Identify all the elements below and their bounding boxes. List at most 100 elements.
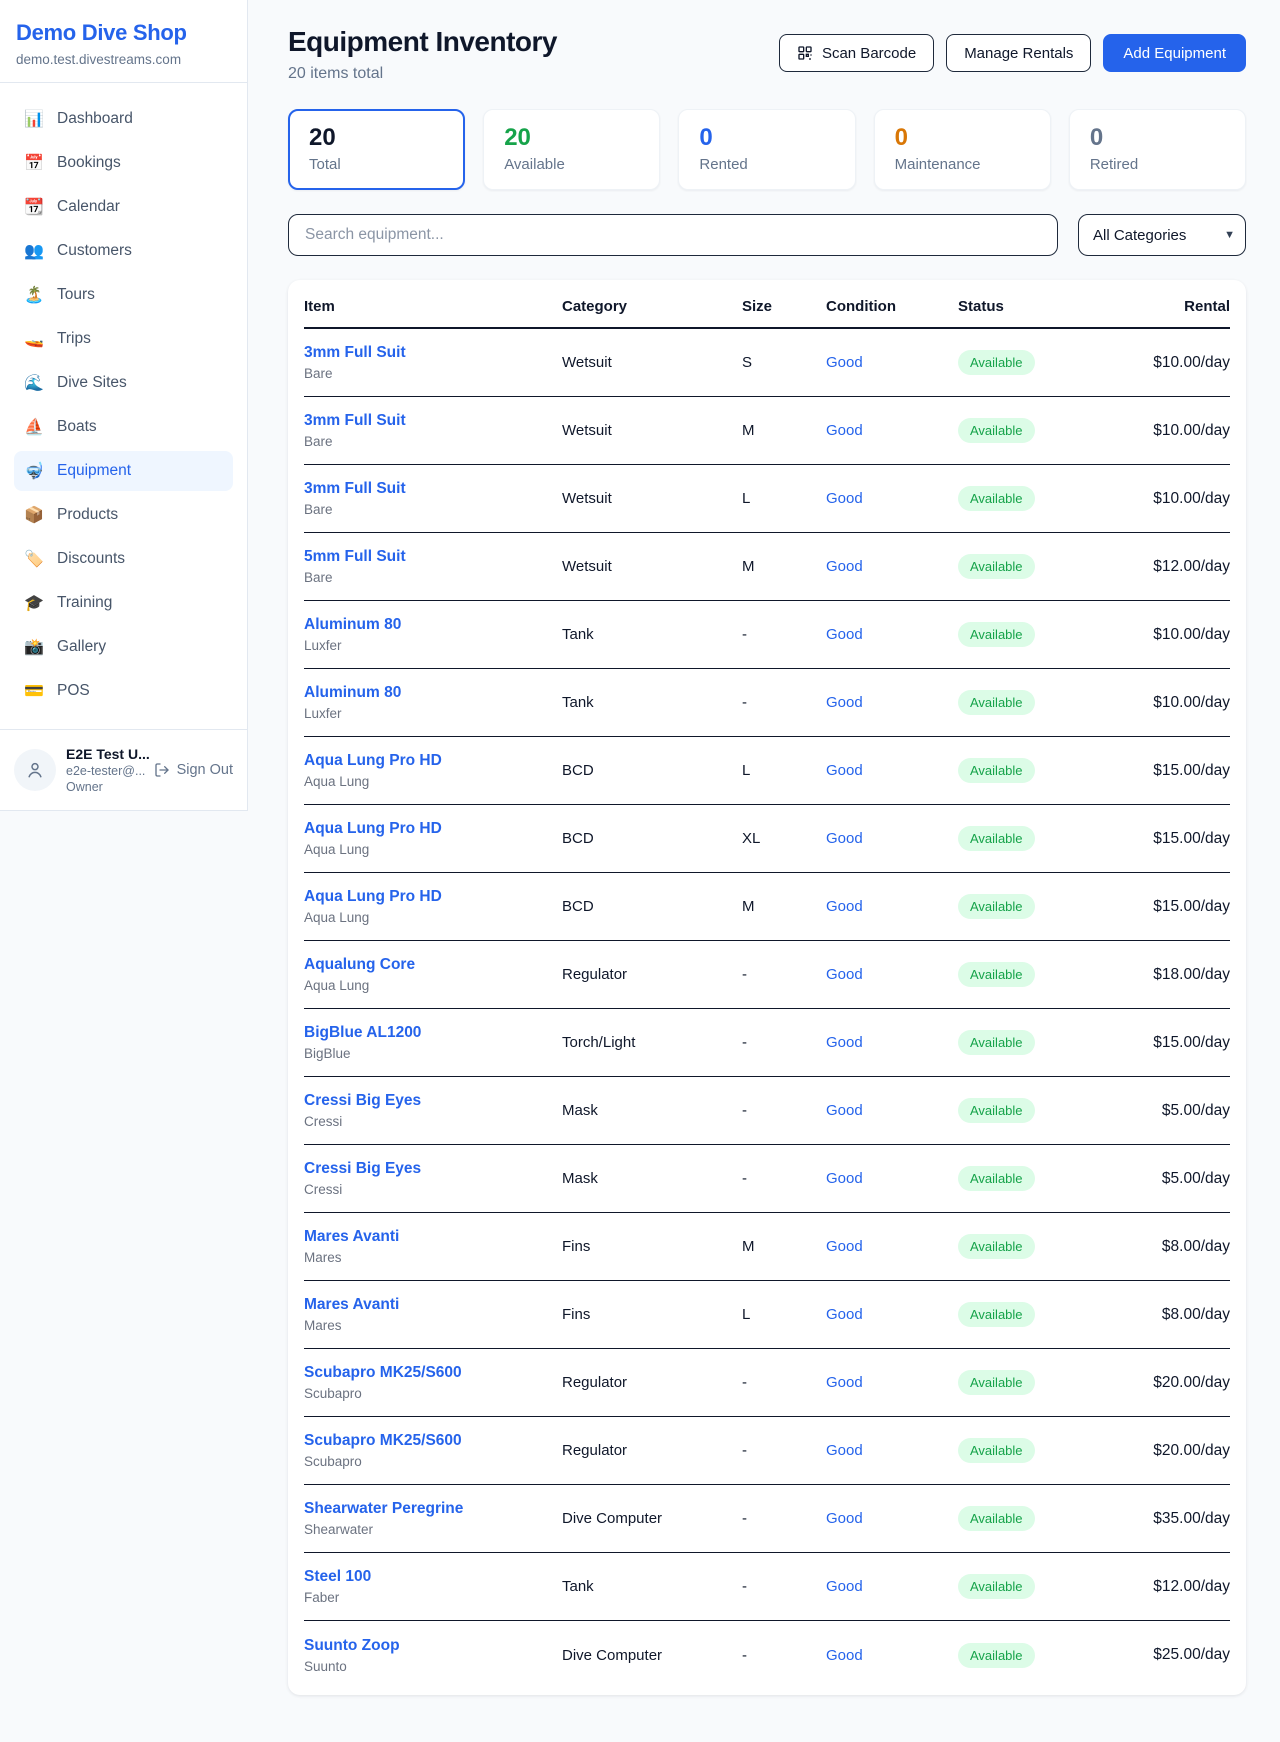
table-row: Scubapro MK25/S600 Scubapro Regulator - … xyxy=(304,1417,1230,1485)
item-name-link[interactable]: Aluminum 80 xyxy=(304,616,562,634)
stat-card-rented[interactable]: 0 Rented xyxy=(678,109,855,190)
sidebar-item-calendar[interactable]: 📆 Calendar xyxy=(14,187,233,227)
shop-name-link[interactable]: Demo Dive Shop xyxy=(16,20,231,46)
dive-sites-icon: 🌊 xyxy=(24,373,44,393)
condition-link[interactable]: Good xyxy=(826,762,958,779)
item-name-link[interactable]: 5mm Full Suit xyxy=(304,548,562,566)
manage-rentals-button[interactable]: Manage Rentals xyxy=(946,34,1091,72)
item-brand: Bare xyxy=(304,434,562,449)
column-header-size: Size xyxy=(742,298,826,315)
sidebar-item-equipment[interactable]: 🤿 Equipment xyxy=(14,451,233,491)
item-cell: Aqua Lung Pro HD Aqua Lung xyxy=(304,752,562,789)
stat-card-retired[interactable]: 0 Retired xyxy=(1069,109,1246,190)
size-cell: - xyxy=(742,966,826,983)
condition-link[interactable]: Good xyxy=(826,1102,958,1119)
add-equipment-label: Add Equipment xyxy=(1123,45,1226,62)
size-cell: - xyxy=(742,1102,826,1119)
sidebar-item-trips[interactable]: 🚤 Trips xyxy=(14,319,233,359)
status-badge: Available xyxy=(958,1166,1035,1191)
sidebar-item-tours[interactable]: 🏝️ Tours xyxy=(14,275,233,315)
sidebar-item-customers[interactable]: 👥 Customers xyxy=(14,231,233,271)
status-cell: Available xyxy=(958,1643,1118,1668)
add-equipment-button[interactable]: Add Equipment xyxy=(1103,34,1246,72)
item-cell: 3mm Full Suit Bare xyxy=(304,412,562,449)
status-cell: Available xyxy=(958,1098,1118,1123)
table-row: 5mm Full Suit Bare Wetsuit M Good Availa… xyxy=(304,533,1230,601)
sidebar-item-pos[interactable]: 💳 POS xyxy=(14,671,233,711)
item-brand: Luxfer xyxy=(304,706,562,721)
condition-link[interactable]: Good xyxy=(826,1170,958,1187)
category-cell: Dive Computer xyxy=(562,1647,742,1664)
sidebar-item-products[interactable]: 📦 Products xyxy=(14,495,233,535)
item-name-link[interactable]: 3mm Full Suit xyxy=(304,344,562,362)
item-name-link[interactable]: Suunto Zoop xyxy=(304,1637,562,1655)
condition-link[interactable]: Good xyxy=(826,558,958,575)
condition-link[interactable]: Good xyxy=(826,490,958,507)
scan-barcode-button[interactable]: Scan Barcode xyxy=(779,34,934,72)
size-cell: - xyxy=(742,1170,826,1187)
item-name-link[interactable]: Scubapro MK25/S600 xyxy=(304,1432,562,1450)
sidebar-item-training[interactable]: 🎓 Training xyxy=(14,583,233,623)
search-input[interactable] xyxy=(288,214,1058,256)
condition-link[interactable]: Good xyxy=(826,966,958,983)
item-name-link[interactable]: Aluminum 80 xyxy=(304,684,562,702)
item-name-link[interactable]: Steel 100 xyxy=(304,1568,562,1586)
condition-link[interactable]: Good xyxy=(826,694,958,711)
item-name-link[interactable]: 3mm Full Suit xyxy=(304,480,562,498)
condition-link[interactable]: Good xyxy=(826,1578,958,1595)
condition-link[interactable]: Good xyxy=(826,898,958,915)
condition-link[interactable]: Good xyxy=(826,1442,958,1459)
condition-link[interactable]: Good xyxy=(826,422,958,439)
item-name-link[interactable]: Cressi Big Eyes xyxy=(304,1160,562,1178)
item-name-link[interactable]: Aqua Lung Pro HD xyxy=(304,752,562,770)
condition-link[interactable]: Good xyxy=(826,830,958,847)
item-name-link[interactable]: Cressi Big Eyes xyxy=(304,1092,562,1110)
rental-rate: $8.00/day xyxy=(1118,1306,1230,1324)
status-badge: Available xyxy=(958,1370,1035,1395)
item-name-link[interactable]: Aqualung Core xyxy=(304,956,562,974)
item-name-link[interactable]: 3mm Full Suit xyxy=(304,412,562,430)
sidebar-item-boats[interactable]: ⛵ Boats xyxy=(14,407,233,447)
sidebar-item-discounts[interactable]: 🏷️ Discounts xyxy=(14,539,233,579)
sidebar-item-dashboard[interactable]: 📊 Dashboard xyxy=(14,99,233,139)
item-name-link[interactable]: Aqua Lung Pro HD xyxy=(304,820,562,838)
category-cell: Torch/Light xyxy=(562,1034,742,1051)
condition-link[interactable]: Good xyxy=(826,1306,958,1323)
rental-rate: $10.00/day xyxy=(1118,490,1230,508)
status-badge: Available xyxy=(958,1098,1035,1123)
status-badge: Available xyxy=(958,418,1035,443)
category-filter-wrap: All Categories ▼ xyxy=(1078,214,1246,256)
logout-icon xyxy=(154,762,170,778)
item-name-link[interactable]: BigBlue AL1200 xyxy=(304,1024,562,1042)
dashboard-icon: 📊 xyxy=(24,109,44,129)
shop-domain: demo.test.divestreams.com xyxy=(16,52,231,67)
condition-link[interactable]: Good xyxy=(826,1238,958,1255)
item-cell: Cressi Big Eyes Cressi xyxy=(304,1160,562,1197)
sidebar-item-dive-sites[interactable]: 🌊 Dive Sites xyxy=(14,363,233,403)
stat-card-total[interactable]: 20 Total xyxy=(288,109,465,190)
size-cell: M xyxy=(742,558,826,575)
sidebar-item-bookings[interactable]: 📅 Bookings xyxy=(14,143,233,183)
category-filter[interactable]: All Categories xyxy=(1078,214,1246,256)
item-name-link[interactable]: Mares Avanti xyxy=(304,1296,562,1314)
rental-rate: $15.00/day xyxy=(1118,1034,1230,1052)
item-name-link[interactable]: Scubapro MK25/S600 xyxy=(304,1364,562,1382)
item-name-link[interactable]: Mares Avanti xyxy=(304,1228,562,1246)
condition-link[interactable]: Good xyxy=(826,626,958,643)
condition-link[interactable]: Good xyxy=(826,1647,958,1664)
condition-link[interactable]: Good xyxy=(826,1510,958,1527)
item-name-link[interactable]: Aqua Lung Pro HD xyxy=(304,888,562,906)
sidebar-item-gallery[interactable]: 📸 Gallery xyxy=(14,627,233,667)
item-brand: Aqua Lung xyxy=(304,978,562,993)
sign-out-button[interactable]: Sign Out xyxy=(154,762,233,778)
table-row: Scubapro MK25/S600 Scubapro Regulator - … xyxy=(304,1349,1230,1417)
item-name-link[interactable]: Shearwater Peregrine xyxy=(304,1500,562,1518)
sidebar-item-label: Boats xyxy=(57,418,97,436)
condition-link[interactable]: Good xyxy=(826,354,958,371)
condition-link[interactable]: Good xyxy=(826,1374,958,1391)
condition-link[interactable]: Good xyxy=(826,1034,958,1051)
stat-card-maintenance[interactable]: 0 Maintenance xyxy=(874,109,1051,190)
sidebar-item-label: Discounts xyxy=(57,550,125,568)
stat-card-available[interactable]: 20 Available xyxy=(483,109,660,190)
sidebar: Demo Dive Shop demo.test.divestreams.com… xyxy=(0,0,248,811)
